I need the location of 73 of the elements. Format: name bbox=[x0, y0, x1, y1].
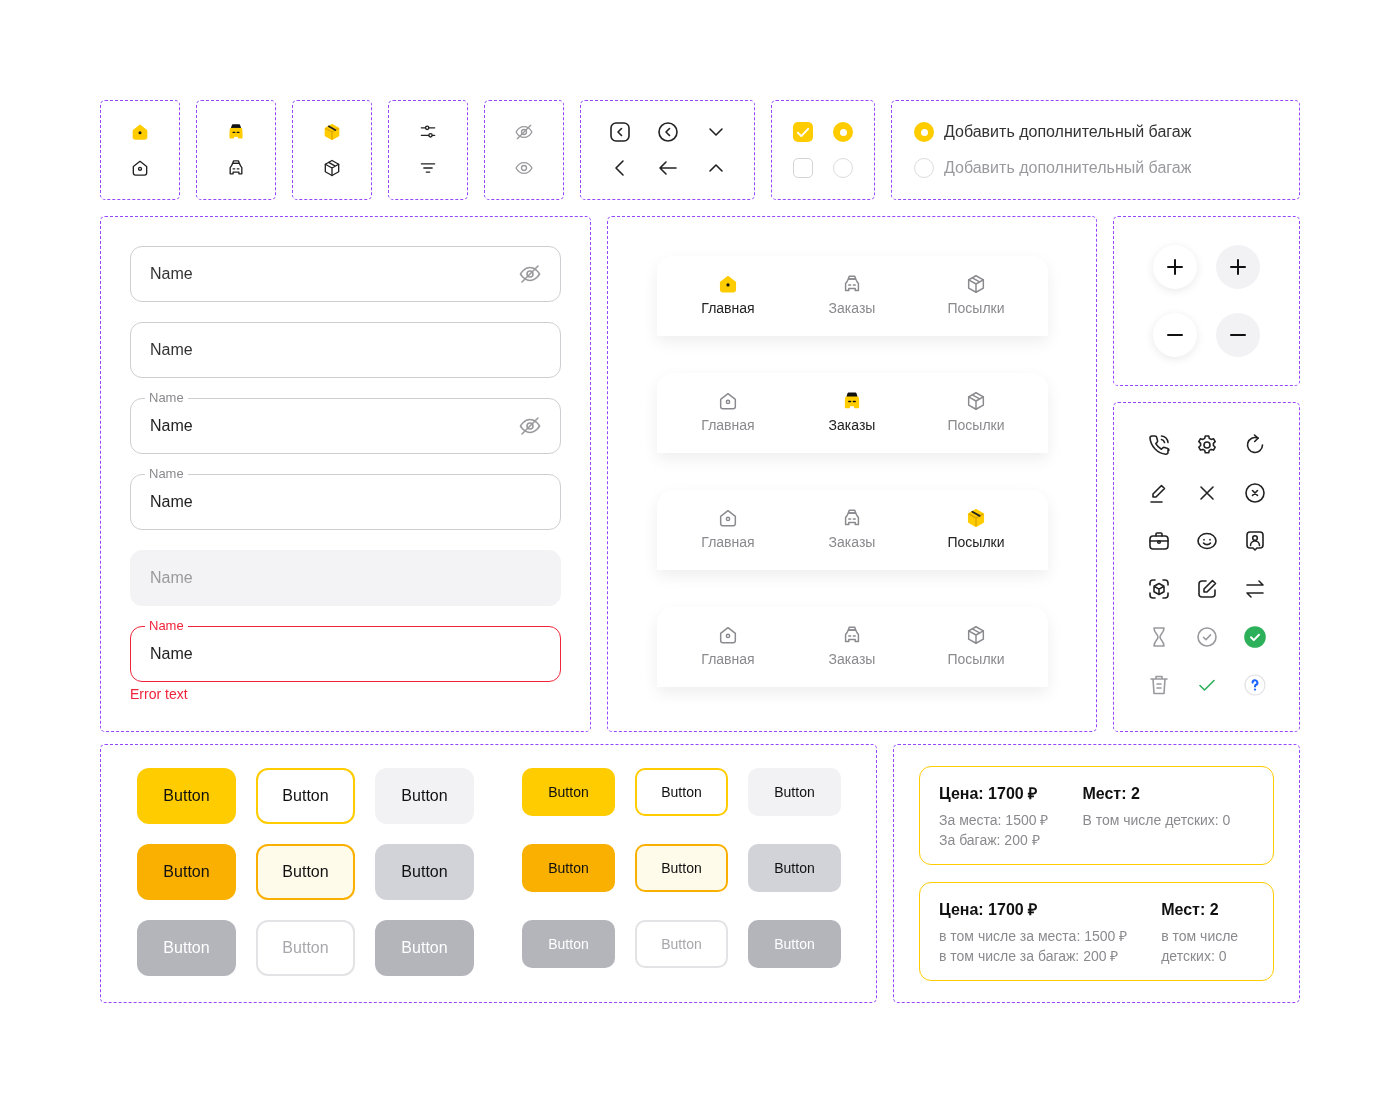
tab[interactable]: Главная bbox=[666, 256, 790, 336]
minus-icon bbox=[1167, 334, 1183, 336]
checkbox[interactable] bbox=[793, 122, 813, 142]
button[interactable]: Button bbox=[256, 768, 355, 824]
close-circle-icon bbox=[1242, 481, 1267, 505]
minus-button[interactable] bbox=[1153, 313, 1197, 357]
seats-title: Мест: 2 bbox=[1161, 900, 1220, 920]
minus-button[interactable] bbox=[1216, 313, 1260, 357]
plus-button[interactable] bbox=[1216, 245, 1260, 289]
seats-detail: В том числе детских: 0 bbox=[1082, 811, 1232, 830]
button[interactable]: Button bbox=[522, 768, 615, 816]
box-icon bbox=[965, 507, 987, 529]
check-icon bbox=[797, 127, 809, 137]
radio-label: Добавить дополнительный багаж bbox=[944, 159, 1192, 177]
check-circle-icon bbox=[1194, 625, 1219, 649]
button[interactable]: Button bbox=[256, 844, 355, 900]
tab[interactable]: Заказы bbox=[790, 256, 914, 336]
price-detail: в том числе за места: 1500 ₽ bbox=[939, 927, 1128, 946]
button[interactable]: Button bbox=[375, 768, 474, 824]
phone-icon bbox=[1146, 433, 1171, 457]
radio-button[interactable] bbox=[914, 122, 934, 142]
tab[interactable]: Заказы bbox=[790, 607, 914, 687]
cube-frame-icon bbox=[1146, 577, 1171, 601]
price-detail: За багаж: 200 ₽ bbox=[939, 831, 1041, 850]
plus-icon bbox=[1167, 259, 1183, 275]
home-icon bbox=[717, 624, 739, 646]
check-circle-icon bbox=[1242, 625, 1267, 649]
checkbox[interactable] bbox=[793, 158, 813, 178]
briefcase-icon bbox=[1146, 529, 1171, 553]
home-icon bbox=[717, 273, 739, 295]
text-field[interactable]: Name bbox=[130, 246, 561, 302]
button[interactable]: Button bbox=[748, 768, 841, 816]
error-text: Error text bbox=[130, 686, 189, 702]
plus-icon bbox=[1230, 259, 1246, 275]
button[interactable]: Button bbox=[137, 768, 236, 824]
radio-label: Добавить дополнительный багаж bbox=[944, 123, 1192, 141]
chevron-left-circle-icon bbox=[655, 120, 680, 144]
seats-title: Мест: 2 bbox=[1082, 784, 1141, 804]
button[interactable]: Button bbox=[748, 844, 841, 892]
text-field[interactable]: Name bbox=[130, 322, 561, 378]
price-detail: в том числе за багаж: 200 ₽ bbox=[939, 947, 1120, 966]
price-title: Цена: 1700 ₽ bbox=[939, 784, 1039, 804]
home-icon bbox=[717, 390, 739, 412]
box-icon bbox=[322, 122, 342, 142]
eye-off-icon bbox=[514, 122, 534, 142]
tab[interactable]: Посылки bbox=[914, 490, 1038, 570]
box-icon bbox=[965, 624, 987, 646]
radio-button[interactable] bbox=[833, 122, 853, 142]
price-title: Цена: 1700 ₽ bbox=[939, 900, 1039, 920]
box-icon bbox=[965, 390, 987, 412]
eye-off-icon[interactable] bbox=[518, 262, 542, 286]
price-detail: За места: 1500 ₽ bbox=[939, 811, 1049, 830]
box-icon bbox=[965, 273, 987, 295]
chevron-left-square-icon bbox=[607, 120, 632, 144]
home-icon bbox=[130, 122, 150, 142]
help-icon bbox=[1242, 673, 1267, 697]
tab[interactable]: Заказы bbox=[790, 373, 914, 453]
plus-button[interactable] bbox=[1153, 245, 1197, 289]
button[interactable]: Button bbox=[635, 768, 728, 816]
tab[interactable]: Заказы bbox=[790, 490, 914, 570]
tab[interactable]: Посылки bbox=[914, 607, 1038, 687]
seats-detail: в том числе детских: 0 bbox=[1161, 927, 1240, 966]
button[interactable]: Button bbox=[635, 844, 728, 892]
button[interactable]: Button bbox=[522, 844, 615, 892]
tab[interactable]: Посылки bbox=[914, 373, 1038, 453]
tab[interactable]: Посылки bbox=[914, 256, 1038, 336]
eye-off-icon[interactable] bbox=[518, 414, 542, 438]
box-icon bbox=[322, 158, 342, 178]
home-icon bbox=[130, 158, 150, 178]
minus-icon bbox=[1230, 334, 1246, 336]
home-icon bbox=[717, 507, 739, 529]
button[interactable]: Button bbox=[137, 844, 236, 900]
button[interactable]: Button bbox=[375, 844, 474, 900]
